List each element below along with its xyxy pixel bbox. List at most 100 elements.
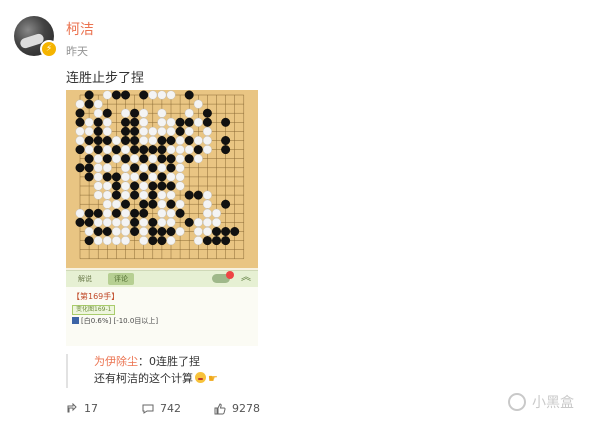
white-stone: [193, 217, 203, 227]
white-stone: [102, 126, 112, 136]
pointing-hand-icon: ☛: [208, 372, 218, 385]
black-stone: [184, 154, 194, 164]
black-stone: [184, 217, 194, 227]
white-stone: [157, 117, 167, 127]
white-stone: [102, 181, 112, 191]
white-stone: [121, 217, 130, 227]
white-stone: [184, 108, 194, 118]
chevron-up-icon[interactable]: ︽: [241, 271, 251, 285]
white-stone: [102, 199, 112, 209]
white-stone: [139, 181, 149, 191]
black-stone: [102, 172, 112, 182]
black-stone: [230, 227, 240, 236]
black-stone: [93, 136, 103, 145]
black-stone: [75, 117, 85, 127]
app-comment-panel: 【第169手】 变化图169-1 [白0.6%] [-10.0目以上]: [66, 287, 258, 346]
black-stone: [166, 181, 176, 191]
white-stone: [102, 208, 112, 218]
tab-comments[interactable]: 评论: [108, 273, 134, 285]
black-stone: [157, 136, 167, 145]
white-stone: [202, 208, 212, 218]
white-stone: [148, 90, 158, 100]
white-stone: [193, 154, 203, 164]
white-stone: [130, 154, 140, 164]
black-stone: [166, 163, 176, 173]
white-stone: [84, 227, 94, 236]
black-stone: [202, 117, 212, 127]
black-stone: [166, 199, 176, 209]
black-stone: [84, 136, 94, 145]
white-stone: [102, 117, 112, 127]
variation-tag[interactable]: 变化图169-1: [72, 305, 116, 315]
white-stone: [166, 145, 176, 155]
black-stone: [75, 145, 85, 155]
post-image[interactable]: 解说 评论 ︽ 【第169手】 变化图169-1 [白0.6%] [-10.0目…: [66, 90, 258, 346]
black-stone: [111, 145, 121, 155]
white-stone: [166, 126, 176, 136]
white-stone: [102, 236, 112, 246]
black-stone: [184, 117, 194, 127]
white-stone: [175, 227, 185, 236]
white-stone: [139, 217, 149, 227]
comment-button[interactable]: 742: [142, 402, 181, 415]
black-stone: [202, 236, 212, 246]
repost-button[interactable]: 17: [66, 402, 98, 415]
white-stone: [93, 163, 103, 173]
white-stone: [139, 136, 149, 145]
reply-text-1: ：0连胜了捏: [138, 355, 200, 368]
white-stone: [157, 217, 167, 227]
black-stone: [184, 190, 194, 200]
white-stone: [202, 217, 212, 227]
black-stone: [148, 227, 158, 236]
white-stone: [157, 163, 167, 173]
white-stone: [75, 208, 85, 218]
black-stone: [84, 172, 94, 182]
black-stone: [139, 172, 149, 182]
thumbs-up-icon: [214, 402, 226, 414]
black-stone: [121, 154, 130, 164]
white-stone: [93, 190, 103, 200]
black-stone: [93, 117, 103, 127]
black-stone: [130, 181, 140, 191]
black-stone: [130, 126, 140, 136]
black-stone: [139, 145, 149, 155]
white-stone: [166, 117, 176, 127]
like-button[interactable]: 9278: [214, 402, 260, 415]
black-stone: [193, 145, 203, 155]
black-stone: [130, 227, 140, 236]
black-stone: [121, 90, 130, 100]
black-stone: [212, 227, 221, 236]
black-stone: [221, 117, 231, 127]
author-name[interactable]: 柯洁: [66, 19, 94, 39]
black-stone: [84, 236, 94, 246]
black-stone: [175, 208, 185, 218]
white-stone: [102, 90, 112, 100]
black-stone: [148, 217, 158, 227]
white-stone: [193, 227, 203, 236]
white-stone: [93, 108, 103, 118]
white-stone: [139, 117, 149, 127]
black-stone: [75, 217, 85, 227]
white-stone: [166, 190, 176, 200]
white-stone: [130, 172, 140, 182]
reply-author[interactable]: 为伊除尘: [94, 355, 138, 368]
tab-commentary[interactable]: 解说: [72, 273, 98, 285]
white-stone: [139, 108, 149, 118]
black-stone: [130, 190, 140, 200]
black-stone: [84, 217, 94, 227]
black-stone: [157, 172, 167, 182]
white-stone: [166, 236, 176, 246]
white-stone: [148, 126, 158, 136]
white-stone: [175, 154, 185, 164]
black-stone: [121, 136, 130, 145]
white-stone: [93, 236, 103, 246]
black-stone: [157, 181, 167, 191]
white-stone: [193, 136, 203, 145]
white-stone: [175, 181, 185, 191]
black-stone: [102, 136, 112, 145]
white-stone: [102, 163, 112, 173]
white-stone: [184, 126, 194, 136]
go-board: [66, 90, 258, 268]
black-stone: [102, 108, 112, 118]
white-stone: [75, 99, 85, 109]
